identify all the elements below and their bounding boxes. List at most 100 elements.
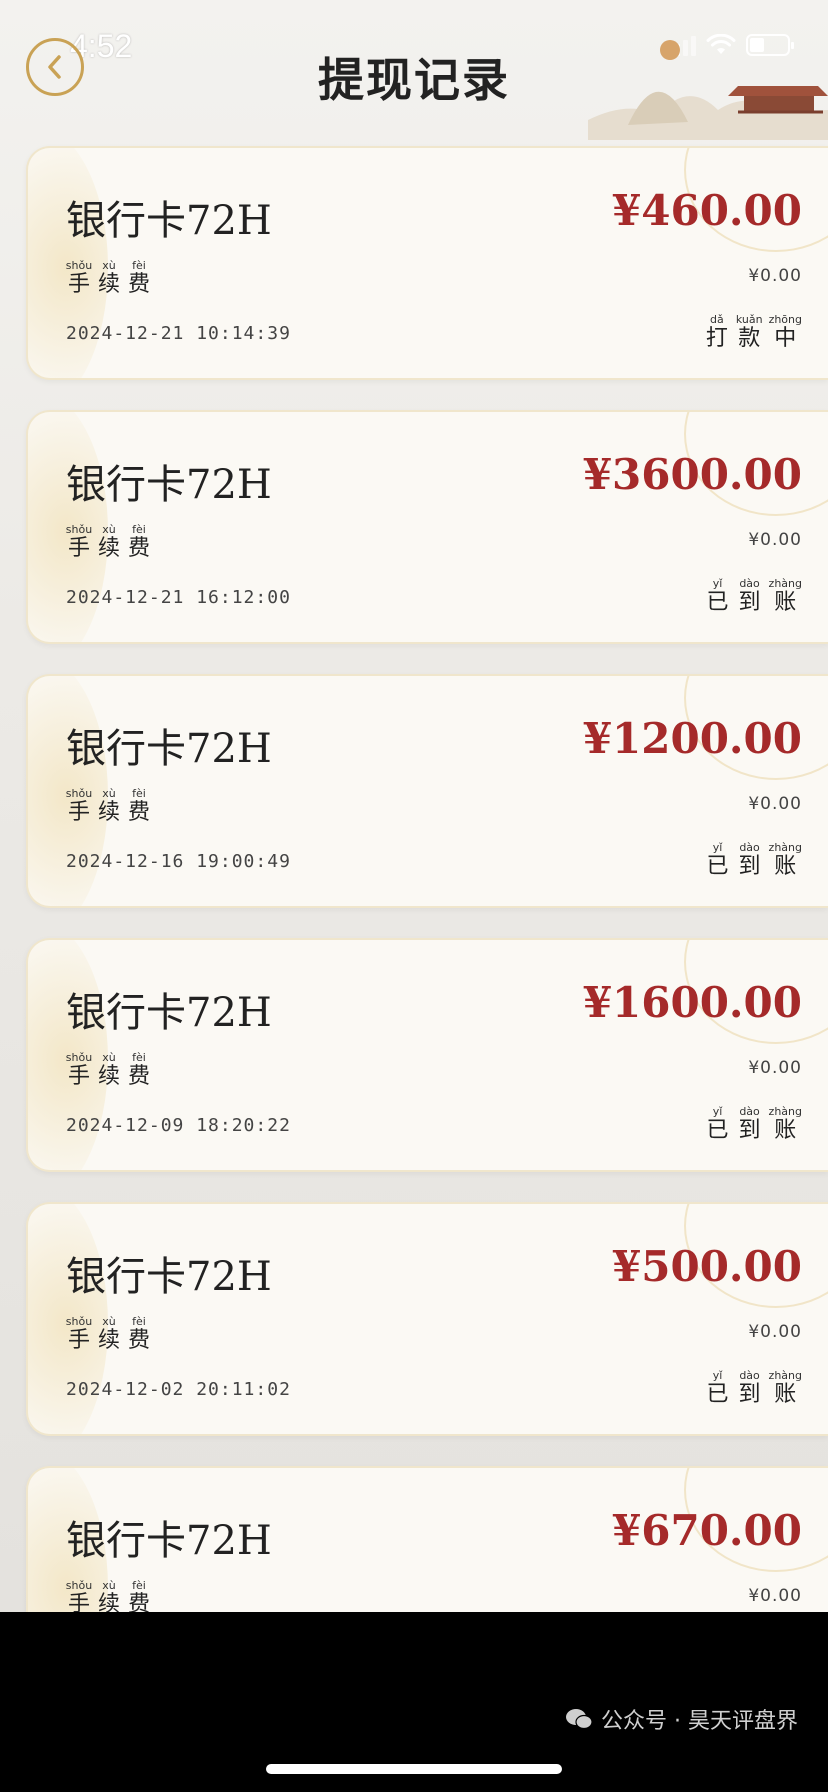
record-status: dǎ 打 kuǎn 款 zhōng 中 — [704, 314, 802, 352]
record-fee: ¥0.00 — [748, 266, 802, 286]
ruby-char: zhàng 账 — [769, 842, 802, 880]
pinyin: dào — [739, 1105, 760, 1118]
record-account-name: 银行卡72H — [66, 726, 272, 772]
ruby-char: zhōng 中 — [769, 314, 802, 352]
pinyin: yǐ — [712, 841, 723, 854]
pinyin: fèi — [132, 1051, 146, 1064]
record-account-name: 银行卡72H — [66, 462, 272, 508]
ruby-char: shǒu 手 — [66, 260, 92, 298]
record-status: yǐ 已 dào 到 zhàng 账 — [705, 1370, 802, 1408]
pinyin: xù — [102, 787, 116, 800]
fee-label: shǒu 手 xù 续 fèi 费 — [65, 1579, 152, 1613]
record-account-name: 银行卡72H — [66, 1518, 272, 1564]
hanzi: 到 — [738, 1118, 761, 1143]
hanzi: 手 — [67, 1328, 90, 1353]
hanzi: 到 — [738, 854, 761, 879]
hanzi: 中 — [774, 326, 797, 351]
ruby-char: fèi 费 — [126, 1316, 152, 1354]
ruby-char: xù 续 — [96, 524, 122, 562]
record-fee: ¥0.00 — [748, 1322, 802, 1342]
ruby-char: shǒu 手 — [66, 524, 92, 562]
ruby-char: kuǎn 款 — [736, 314, 763, 352]
withdrawal-record-list: 银行卡72H ¥460.00 shǒu 手 xù 续 fèi 费 ¥0.00 2024-1… — [26, 146, 828, 1612]
hanzi: 款 — [738, 326, 761, 351]
ruby-char: dào 到 — [737, 1370, 763, 1408]
ruby-char: yǐ 已 — [705, 1370, 731, 1408]
record-amount: ¥460.00 — [612, 186, 802, 235]
ruby-char: shǒu 手 — [66, 1052, 92, 1090]
hanzi: 账 — [774, 1382, 797, 1407]
pinyin: shǒu — [65, 1579, 93, 1592]
home-indicator[interactable] — [266, 1764, 562, 1774]
hanzi: 费 — [127, 1064, 150, 1089]
withdrawal-record-card[interactable]: 银行卡72H ¥670.00 shǒu 手 xù 续 fèi 费 ¥0.00 — [26, 1466, 828, 1612]
hanzi: 手 — [67, 272, 90, 297]
pinyin: dào — [739, 577, 760, 590]
ruby-char: dào 到 — [737, 578, 763, 616]
hanzi: 账 — [774, 590, 797, 615]
record-time: 2024-12-02 20:11:02 — [66, 1379, 291, 1400]
watermark-text: 公众号 · 昊天评盘界 — [601, 1709, 798, 1734]
ruby-char: fèi 费 — [126, 788, 152, 826]
pinyin: fèi — [132, 787, 146, 800]
wechat-icon — [566, 1709, 593, 1730]
record-time: 2024-12-21 16:12:00 — [66, 587, 291, 608]
record-status: yǐ 已 dào 到 zhàng 账 — [705, 1106, 802, 1144]
pinyin: zhōng — [768, 313, 802, 326]
fee-label: shǒu 手 xù 续 fèi 费 — [66, 1316, 152, 1354]
hanzi: 已 — [706, 854, 729, 879]
ruby-char: zhàng 账 — [769, 1106, 802, 1144]
ruby-char: xù 续 — [96, 260, 122, 298]
ruby-char: fèi 费 — [126, 524, 152, 562]
pinyin: shǒu — [65, 523, 93, 536]
fee-label: shǒu 手 xù 续 fèi 费 — [66, 524, 152, 562]
hanzi: 费 — [127, 1328, 150, 1353]
pinyin: dào — [739, 841, 760, 854]
hanzi: 费 — [127, 272, 150, 297]
hanzi: 费 — [127, 800, 150, 825]
record-fee: ¥0.00 — [748, 530, 802, 550]
ruby-char: yǐ 已 — [705, 842, 731, 880]
pinyin: shǒu — [65, 259, 93, 272]
hanzi: 手 — [67, 1592, 90, 1612]
ruby-char: fèi 费 — [126, 1580, 152, 1613]
hanzi: 费 — [127, 536, 150, 561]
hanzi: 已 — [706, 1118, 729, 1143]
watermark: 公众号 · 昊天评盘界 — [565, 1703, 798, 1735]
ruby-char: shǒu 手 — [65, 1579, 93, 1613]
record-amount: ¥500.00 — [612, 1242, 802, 1291]
hanzi: 续 — [97, 536, 120, 561]
pinyin: xù — [102, 1051, 116, 1064]
hanzi: 手 — [67, 536, 90, 561]
record-account-name: 银行卡72H — [66, 990, 272, 1036]
ruby-char: dào 到 — [737, 1106, 763, 1144]
withdrawal-record-card[interactable]: 银行卡72H ¥500.00 shǒu 手 xù 续 fèi 费 ¥0.00 2024-1… — [26, 1202, 828, 1436]
ruby-char: zhàng 账 — [769, 578, 802, 616]
pinyin: yǐ — [712, 1105, 723, 1118]
pinyin: yǐ — [712, 577, 723, 590]
record-amount: ¥670.00 — [612, 1506, 802, 1555]
hanzi: 续 — [97, 272, 120, 297]
ruby-char: xù 续 — [96, 1052, 122, 1090]
withdrawal-record-card[interactable]: 银行卡72H ¥1200.00 shǒu 手 xù 续 fèi 费 ¥0.00 2024-… — [26, 674, 828, 908]
record-status: yǐ 已 dào 到 zhàng 账 — [705, 842, 802, 880]
pinyin: shǒu — [65, 1315, 93, 1328]
withdrawal-record-card[interactable]: 银行卡72H ¥1600.00 shǒu 手 xù 续 fèi 费 ¥0.00 2024-… — [26, 938, 828, 1172]
pinyin: xù — [102, 523, 116, 536]
withdrawal-record-card[interactable]: 银行卡72H ¥460.00 shǒu 手 xù 续 fèi 费 ¥0.00 2024-1… — [26, 146, 828, 380]
hanzi: 已 — [706, 1382, 729, 1407]
ruby-char: yǐ 已 — [705, 578, 731, 616]
fee-label: shǒu 手 xù 续 fèi 费 — [66, 788, 152, 826]
hanzi: 续 — [97, 1328, 120, 1353]
pinyin: kuǎn — [735, 313, 763, 326]
ruby-char: dǎ 打 — [704, 314, 730, 352]
record-fee: ¥0.00 — [748, 1058, 802, 1078]
pinyin: zhàng — [768, 1105, 802, 1118]
record-amount: ¥1200.00 — [582, 714, 802, 763]
ruby-char: dào 到 — [737, 842, 763, 880]
withdrawal-record-card[interactable]: 银行卡72H ¥3600.00 shǒu 手 xù 续 fèi 费 ¥0.00 2024-… — [26, 410, 828, 644]
pinyin: xù — [102, 1315, 116, 1328]
ruby-char: shǒu 手 — [66, 1316, 92, 1354]
hanzi: 手 — [67, 800, 90, 825]
hanzi: 续 — [97, 1064, 120, 1089]
